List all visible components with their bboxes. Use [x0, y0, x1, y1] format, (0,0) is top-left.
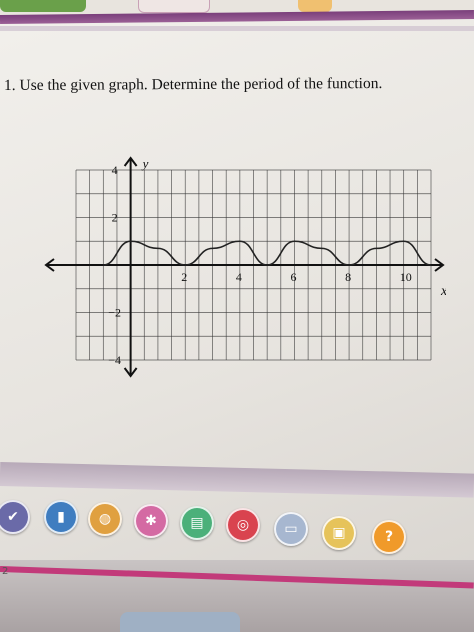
- globe-icon[interactable]: ◍: [88, 502, 122, 536]
- question-number: 1.: [3, 76, 16, 94]
- header-divider-shadow: [0, 26, 474, 31]
- clipboard-icon[interactable]: ▤: [180, 506, 214, 540]
- curve-point: [375, 247, 378, 250]
- book-icon[interactable]: ▮: [44, 500, 78, 534]
- screen-photo: 1. Use the given graph. Determine the pe…: [0, 0, 474, 632]
- curve-point: [157, 247, 159, 250]
- x-tick-label: 6: [290, 270, 296, 284]
- y-tick-label: −2: [108, 306, 121, 320]
- y-axis-label: y: [141, 156, 149, 171]
- graph-tick-labels: x y 2 4 6 8 10 4 2 −2 −4: [108, 156, 446, 367]
- x-axis-label: x: [440, 284, 446, 299]
- top-tab-pink[interactable]: [138, 0, 210, 13]
- x-tick-label: 8: [345, 270, 351, 284]
- function-graph: x y 2 4 6 8 10 4 2 −2 −4: [44, 156, 446, 378]
- curve-point: [320, 247, 323, 250]
- curve-point: [239, 240, 241, 243]
- printer-icon[interactable]: ▣: [322, 516, 356, 550]
- tool-bar: ✔ ▮ ◍ ✱ ▤ ◎ ▭ ▣ ?: [0, 492, 474, 562]
- y-tick-label: −4: [108, 353, 121, 367]
- curve-point: [293, 240, 296, 243]
- y-tick-label: 2: [112, 211, 118, 225]
- footer-tab[interactable]: [120, 612, 240, 632]
- top-tab-green[interactable]: [0, 0, 86, 12]
- bug-icon[interactable]: ✱: [134, 504, 168, 538]
- graph-axes: [44, 156, 445, 378]
- curve-point: [348, 264, 350, 266]
- curve-point: [184, 264, 187, 266]
- x-tick-label: 4: [236, 270, 242, 284]
- question-prompt: Use the given graph. Determine the perio…: [19, 75, 383, 94]
- curve-point: [402, 240, 405, 243]
- x-tick-label: 10: [400, 270, 412, 284]
- x-tick-label: 2: [181, 270, 187, 284]
- curve-point: [102, 264, 105, 266]
- check-icon[interactable]: ✔: [0, 500, 30, 534]
- help-icon[interactable]: ?: [372, 520, 406, 554]
- question-text: 1. Use the given graph. Determine the pe…: [4, 75, 382, 95]
- curve-point: [129, 240, 132, 243]
- curve-point: [430, 264, 432, 266]
- footer-question-number: 2: [2, 566, 9, 577]
- keyboard-icon[interactable]: ▭: [274, 512, 308, 546]
- top-tab-orange[interactable]: [298, 0, 332, 12]
- curve-point: [266, 264, 268, 266]
- y-tick-label: 4: [112, 163, 118, 177]
- target-icon[interactable]: ◎: [226, 508, 260, 542]
- curve-point: [211, 247, 214, 250]
